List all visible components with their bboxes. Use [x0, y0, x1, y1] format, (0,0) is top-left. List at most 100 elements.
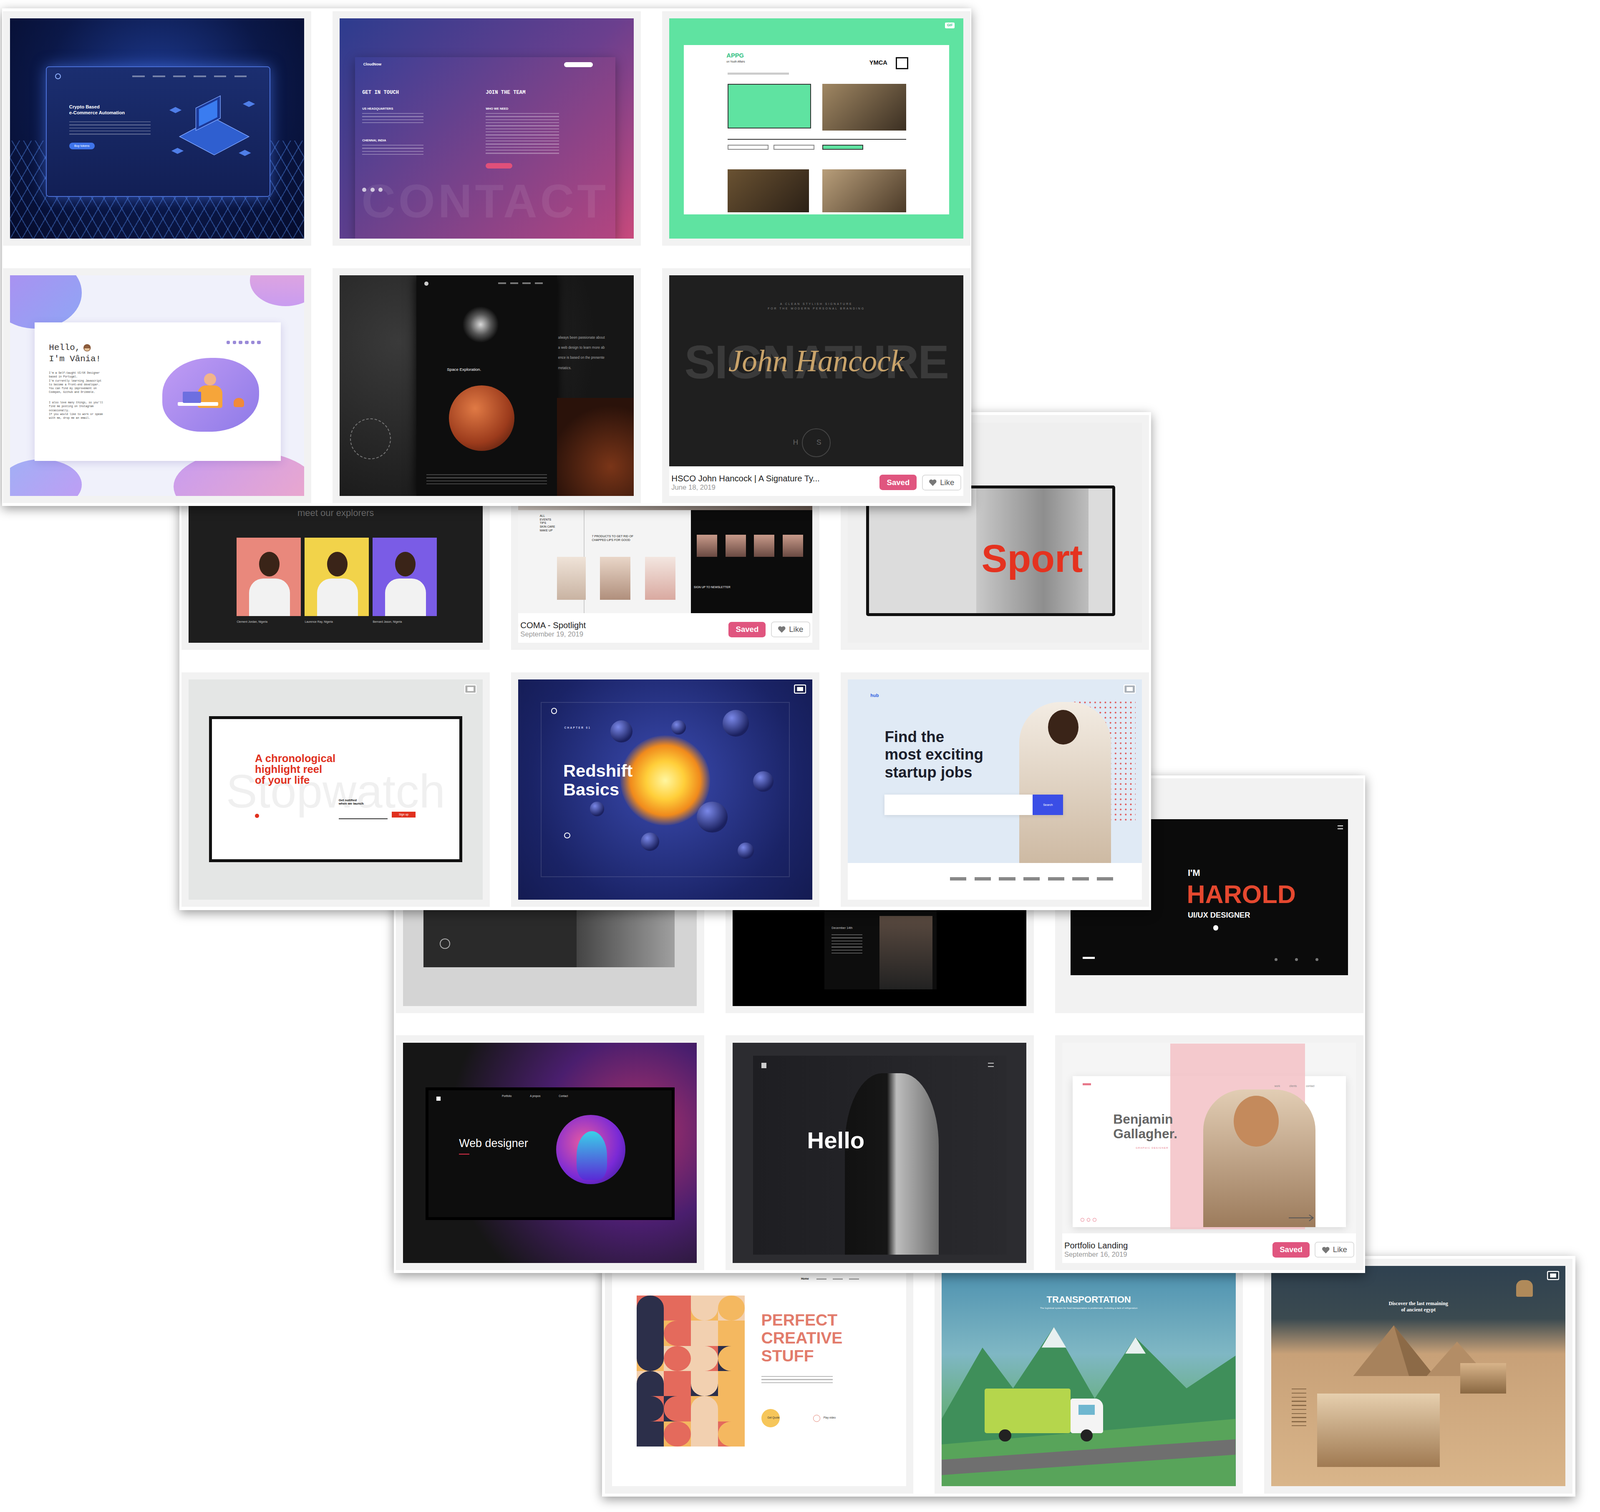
design-card[interactable]: BenjaminGallagher.GRAPHIC DESIGNERworkcl… [1055, 1035, 1364, 1271]
card-thumbnail[interactable]: hubFind themost excitingstartup jobsSear… [847, 679, 1142, 900]
category-list-line: SKIN CARE [539, 525, 556, 530]
pattern-shape [718, 1295, 746, 1321]
portrait [304, 537, 369, 617]
article-title: 7 PRODUCTS TO GET RID OFCHAPPED LIPS FOR… [592, 534, 634, 543]
pattern-shape [690, 1371, 719, 1397]
bio-line: based in Portugal. [48, 375, 102, 379]
headline: Find themost excitingstartup jobs [884, 728, 983, 782]
design-card[interactable]: APPGon Youth AffairsYMCAGIF [662, 11, 971, 247]
blob [249, 275, 305, 306]
nav-link[interactable]: clients [1289, 1084, 1297, 1088]
headline-line: startup jobs [884, 763, 983, 782]
card-thumbnail[interactable]: A CLEAN STYLISH SIGNATUREFOR THE MODERN … [669, 275, 963, 467]
hero-title: PERFECTCREATIVESTUFF [761, 1311, 843, 1366]
design-card[interactable]: Space Exploration.always been passionate… [332, 268, 641, 504]
pattern-cell [663, 1320, 691, 1346]
category-list-line: ALL [539, 514, 556, 519]
play-icon [564, 832, 571, 840]
signup-button[interactable]: Sign up [391, 811, 416, 818]
save-button[interactable]: Saved [1272, 1242, 1310, 1258]
nav-link[interactable]: work [1274, 1084, 1280, 1088]
menu-icon [987, 1063, 995, 1068]
card-thumbnail[interactable]: Home PERFECTCREATIVESTUFF Get Quote Play vi… [612, 1266, 906, 1487]
notify-label: Get notifiedwhen we launch [338, 798, 364, 807]
heart-icon [777, 625, 787, 633]
quote-button[interactable]: Get Quote [767, 1416, 780, 1420]
card-thumbnail[interactable]: CONTACTCloudNowGET IN TOUCHJOIN THE TEAM… [339, 18, 634, 239]
design-card[interactable]: PortfolioA proposContactWeb designer [395, 1035, 705, 1271]
card-thumbnail[interactable]: Crypto Basede-Commerce AutomationBuy tok… [10, 18, 304, 239]
save-button[interactable]: Saved [879, 474, 917, 491]
side-text: always been passionate abouta web design… [558, 332, 605, 373]
nav-link[interactable]: A propos [529, 1094, 541, 1098]
like-button[interactable]: Like [922, 474, 962, 492]
social-icon [226, 340, 231, 345]
card-thumbnail[interactable]: Discover the last remainingof ancient eg… [1271, 1266, 1565, 1487]
hero-title-line: CREATIVE [761, 1329, 843, 1348]
person-caption: Bernard Jason, Nigeria [372, 620, 437, 624]
planet-surface [556, 398, 634, 497]
planet [448, 385, 515, 452]
bubble [737, 842, 754, 860]
hero-title: Discover the last remainingof ancient eg… [1271, 1300, 1565, 1313]
design-card[interactable]: Home PERFECTCREATIVESTUFF Get Quote Play vi… [604, 1259, 914, 1495]
canvas: Crypto Basede-Commerce AutomationBuy tok… [0, 0, 1600, 1512]
social-icon [1274, 958, 1278, 962]
pattern-cell [718, 1346, 746, 1372]
blob [10, 459, 82, 497]
design-card[interactable]: Crypto Basede-Commerce AutomationBuy tok… [2, 11, 312, 247]
nav-link[interactable]: Portfolio [501, 1094, 512, 1098]
video-icon [1547, 1271, 1560, 1281]
camel-photo [1317, 1393, 1440, 1468]
pattern-cell [663, 1371, 691, 1397]
card-thumbnail[interactable]: BenjaminGallagher.GRAPHIC DESIGNERworkcl… [1062, 1043, 1356, 1234]
design-card[interactable]: CHAPTER 01RedshiftBasics [511, 672, 820, 908]
design-card[interactable]: Hello,I'm Vânia!I'm a Self-taught UI/UX … [2, 268, 312, 504]
category-list-line: MAKE UP [539, 529, 556, 533]
pattern-cell [663, 1421, 691, 1447]
laptop [182, 391, 202, 404]
design-card[interactable]: StopwatchA chronologicalhighlight reelof… [181, 672, 490, 908]
bio-line: occasionally. [48, 408, 103, 413]
design-card[interactable]: hubFind themost excitingstartup jobsSear… [840, 672, 1149, 908]
card-thumbnail[interactable]: PortfolioA proposContactWeb designer [403, 1043, 697, 1264]
like-button[interactable]: Like [771, 621, 811, 638]
pattern-cell [718, 1320, 746, 1346]
social-icon [251, 340, 255, 345]
card-thumbnail[interactable]: CHAPTER 01RedshiftBasics [518, 679, 812, 900]
card-thumbnail[interactable]: Hello,I'm Vânia!I'm a Self-taught UI/UX … [10, 275, 304, 496]
card-thumbnail[interactable]: Space Exploration.always been passionate… [339, 275, 634, 496]
logo-icon [761, 1063, 767, 1069]
section-heading: GET IN TOUCH [362, 89, 399, 96]
design-card[interactable]: A CLEAN STYLISH SIGNATUREFOR THE MODERN … [662, 268, 971, 504]
card-title[interactable]: HSCO John Hancock | A Signature Ty... [671, 473, 875, 484]
play-button[interactable]: Play video [823, 1416, 836, 1420]
design-card[interactable]: Discover the last remainingof ancient eg… [1264, 1259, 1573, 1495]
contact-page: CONTACTCloudNowGET IN TOUCHJOIN THE TEAM… [355, 57, 616, 239]
bio: I'm a Self-taught UI/UX Designerbased in… [48, 371, 102, 395]
search-button[interactable]: Search [1032, 794, 1064, 816]
save-button[interactable]: Saved [728, 622, 766, 638]
design-card[interactable]: Hello [725, 1035, 1034, 1271]
nav-link[interactable]: Home [801, 1277, 809, 1281]
email-input [338, 813, 388, 819]
card-thumbnail[interactable]: StopwatchA chronologicalhighlight reelof… [188, 679, 483, 900]
card-thumbnail[interactable]: Hello [732, 1043, 1027, 1264]
photo [599, 556, 631, 600]
nav-link[interactable]: Contact [558, 1094, 568, 1098]
card-title[interactable]: Portfolio Landing [1064, 1240, 1268, 1251]
gif-badge: GIF [944, 22, 955, 29]
card-thumbnail[interactable]: APPGon Youth AffairsYMCAGIF [669, 18, 963, 239]
logo-icon [424, 281, 429, 286]
design-card[interactable]: TRANSPORTATIONThe logistical system for … [934, 1259, 1243, 1495]
logo-icon [436, 1096, 441, 1102]
like-button[interactable]: Like [1314, 1242, 1354, 1259]
buy-tokens-button[interactable]: Buy tokens [69, 142, 95, 150]
hero-title-line: Discover the last remaining [1271, 1300, 1565, 1308]
nav-link[interactable]: contact [1305, 1084, 1315, 1088]
design-card[interactable]: CONTACTCloudNowGET IN TOUCHJOIN THE TEAM… [332, 11, 641, 247]
watermark: Stopwatch [211, 768, 459, 816]
nav-bar: Portfolio A propos Contact [501, 1094, 568, 1098]
card-title[interactable]: COMA - Spotlight [520, 620, 724, 631]
card-thumbnail[interactable]: TRANSPORTATIONThe logistical system for … [941, 1266, 1236, 1487]
